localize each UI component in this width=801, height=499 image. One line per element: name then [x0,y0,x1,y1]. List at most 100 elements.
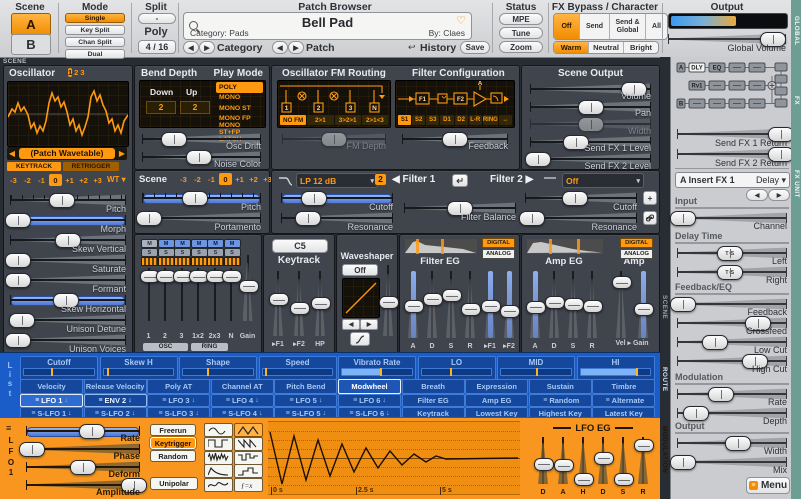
arm-arrow-icon[interactable]: ↓ [192,397,196,404]
option-item[interactable]: ↔ [499,115,512,125]
option-digital[interactable]: DIGITAL [482,238,515,248]
arm-arrow-icon[interactable]: ↓ [259,410,263,417]
slider-s[interactable]: S [442,269,460,349]
slider-feedback[interactable]: Feedback [400,130,510,148]
slider-handle[interactable] [583,300,603,313]
slider-handle[interactable] [545,296,565,309]
slider-handle[interactable] [442,132,468,147]
slider-handle[interactable] [578,100,604,115]
slider-volume[interactable]: Volume [528,80,653,98]
slider-handle[interactable] [708,387,734,402]
history-icon[interactable]: ↩ [408,42,416,53]
patch-display[interactable]: Bell Pad ♡ Category: Pads By: Claes [183,12,472,40]
option-freerun[interactable]: Freerun [150,424,196,436]
option-keytrigger[interactable]: Keytrigger [150,437,196,449]
lfo-shape-triangle[interactable] [234,423,263,437]
prev-category-button[interactable]: ◀ [183,41,199,54]
option-3[interactable]: -3 [177,173,190,185]
option-mono-st[interactable]: MONO ST [216,103,263,114]
menu-icon[interactable]: ≡ [286,410,290,417]
menu-icon[interactable]: ≡ [606,397,610,404]
slider-global-volume[interactable]: Global Volume [666,30,788,50]
option-3[interactable]: +3 [91,174,104,186]
slider-handle[interactable] [136,211,162,226]
option-bright[interactable]: Bright [623,42,658,53]
slider-low-cut[interactable]: Low Cut [675,333,789,352]
lfo-shape-sawtooth[interactable] [234,437,263,451]
route-source-breath[interactable]: Breath [402,379,465,394]
option-2[interactable]: -2 [191,173,204,185]
route-source-release-velocity[interactable]: Release Velocity [84,379,147,394]
menu-icon[interactable]: ≡ [222,410,226,417]
arm-arrow-icon[interactable]: ↓ [132,410,136,417]
slider-handle[interactable] [578,117,604,132]
slider-handle[interactable] [564,298,584,311]
poly-count[interactable]: 4 / 16 [138,40,176,54]
slider-d[interactable]: D [534,435,552,495]
route-target-skew-h[interactable]: Skew H [100,356,178,380]
route-target-hi[interactable]: HI [577,356,655,380]
solo-button[interactable]: S [158,248,175,257]
slider-phase[interactable]: Phase [24,440,142,458]
slider-handle[interactable] [239,280,259,293]
keytrack-toggle[interactable]: KEYTRACK [7,162,61,171]
slider-handle[interactable] [5,213,31,228]
slider-handle[interactable] [562,191,588,206]
slider-handle[interactable] [161,132,187,147]
slider-resonance[interactable]: Resonance [279,209,395,229]
option-send[interactable]: Send [579,14,609,39]
slider-a[interactable]: A [526,269,544,349]
slider-handle[interactable] [526,301,546,314]
slider-portamento[interactable]: Portamento [140,209,263,229]
scene-a-button[interactable]: A [11,13,51,36]
modulator-lfo-4[interactable]: ≡LFO 4↓ [211,394,274,407]
bend-up-value[interactable]: 2 [180,101,210,114]
option-key-split[interactable]: Key Split [65,25,125,35]
slider-send-fx-1-level[interactable]: Send FX 1 Level [528,133,653,151]
slider-saturate[interactable]: Saturate [8,251,128,271]
option-analog[interactable]: ANALOG [620,249,653,259]
option-chan-split[interactable]: Chan Split [65,37,125,47]
arm-arrow-icon[interactable]: ↓ [382,397,386,404]
rail-tab-global[interactable]: GLOBAL [793,16,800,46]
menu-icon[interactable]: ≡ [349,410,353,417]
slider-s[interactable]: S [614,435,632,495]
slider-mix[interactable]: Mix [675,453,789,472]
slider-handle[interactable] [554,459,574,472]
scene-b-button[interactable]: B [11,34,51,55]
option-3-2-1[interactable]: 3>2>1 [335,115,361,125]
slider-gain[interactable] [634,269,652,349]
mute-button[interactable]: M [174,239,191,248]
option-s2[interactable]: S2 [412,115,425,125]
slider-2x3[interactable] [206,266,224,332]
mute-button[interactable]: M [191,239,208,248]
menu-icon[interactable]: ≡ [35,397,39,404]
slider-handle[interactable] [269,293,289,306]
slider-handle[interactable] [481,300,501,313]
slider-h[interactable]: H [574,435,592,495]
option-2[interactable]: -2 [21,174,34,186]
lfo-shape-envelope[interactable] [204,464,233,478]
mute-button[interactable]: M [158,239,175,248]
slider-send-fx-2-level[interactable]: Send FX 2 Level [528,150,653,168]
slider-pitch[interactable]: Pitch [140,189,263,209]
wavetable-name[interactable]: (Patch Wavetable) [19,148,115,159]
slider-formant[interactable]: Formant [8,271,128,291]
slider-morph[interactable]: Morph [8,211,128,231]
slider-handle[interactable] [49,193,75,208]
option-dual[interactable]: Dual [65,49,125,59]
unipolar-toggle[interactable]: Unipolar [150,477,198,490]
slider-handle[interactable] [634,303,654,316]
menu-icon[interactable]: ≡ [226,397,230,404]
next-waveshaper-button[interactable]: ▶ [360,319,378,330]
option-ring[interactable]: RING [483,115,498,125]
modulator-alternate[interactable]: ≡Alternate [592,394,655,407]
slider-s[interactable]: S [564,269,582,349]
osc-type-dropdown[interactable]: WT ▾ [107,175,126,184]
modulator-filter-eg[interactable]: Filter EG [402,394,465,407]
target-value-bar[interactable] [580,368,652,376]
arm-arrow-icon[interactable]: ↓ [128,397,132,404]
lfo-shape-mseg[interactable] [204,478,233,492]
option-digital[interactable]: DIGITAL [620,238,653,248]
lfo-shape-step-seq[interactable] [234,464,263,478]
